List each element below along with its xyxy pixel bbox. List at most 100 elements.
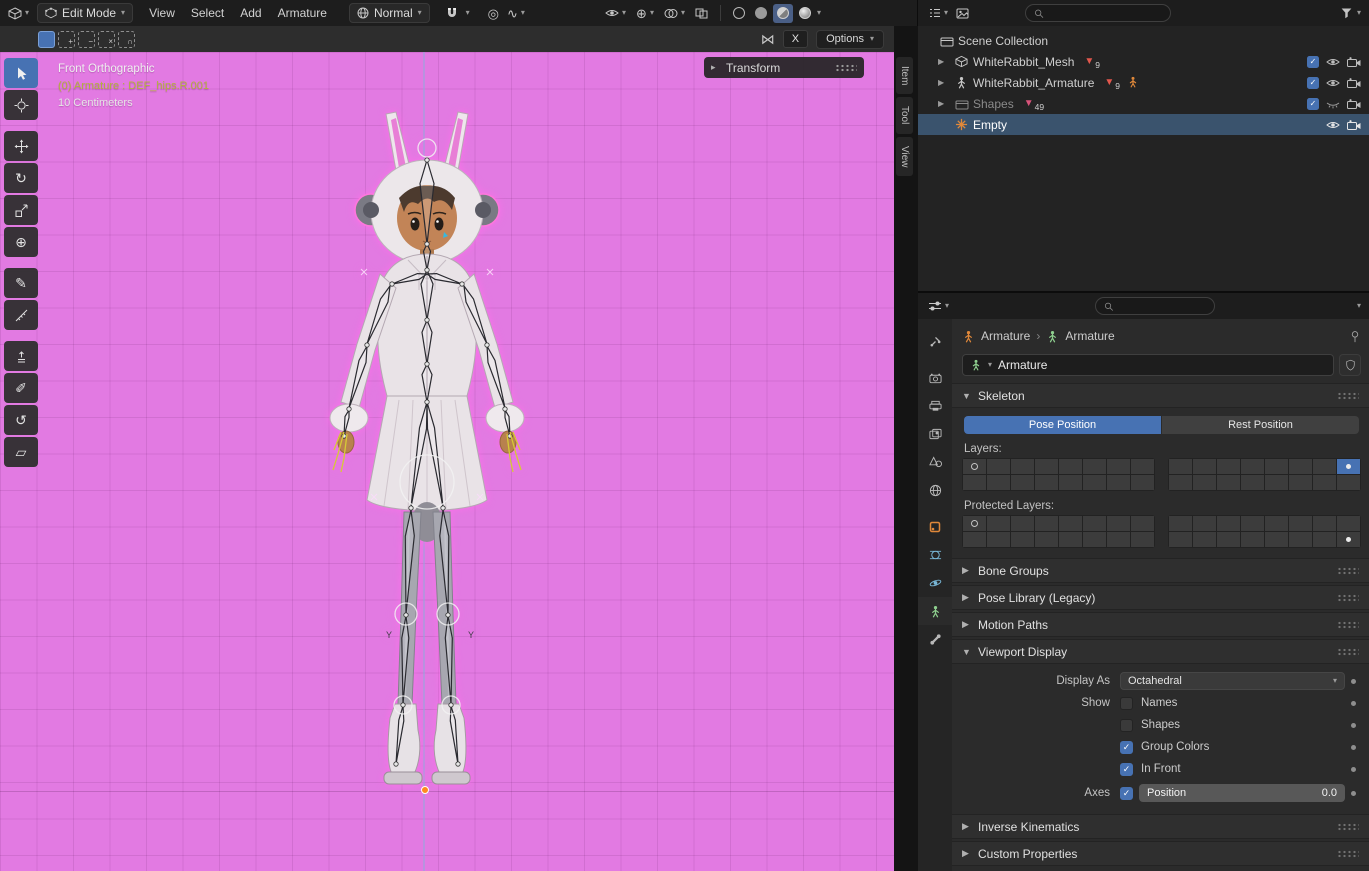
visibility-dropdown[interactable]: ▾ bbox=[601, 3, 630, 23]
tool-shear[interactable]: ▱ bbox=[4, 437, 38, 467]
panel-header-skeleton[interactable]: ▼ Skeleton bbox=[952, 383, 1369, 408]
tab-physics[interactable] bbox=[918, 569, 952, 597]
eye-icon[interactable] bbox=[1326, 57, 1340, 67]
layer-toggle[interactable] bbox=[1035, 475, 1058, 490]
expander-icon[interactable]: ▶ bbox=[938, 57, 953, 66]
viewport-3d[interactable]: Y Y Front Orthographic (0) Armature : DE… bbox=[0, 52, 894, 871]
tool-move[interactable] bbox=[4, 131, 38, 161]
layer-toggle[interactable] bbox=[1313, 516, 1336, 531]
expander-icon[interactable]: ▶ bbox=[938, 99, 953, 108]
shading-material-button[interactable] bbox=[773, 4, 793, 23]
outliner-display-mode-button[interactable] bbox=[952, 3, 973, 23]
panel-grip[interactable] bbox=[1337, 648, 1359, 656]
layer-toggle[interactable] bbox=[1083, 475, 1106, 490]
show-gizmo-button[interactable]: ⊕▾ bbox=[632, 3, 658, 23]
properties-search[interactable] bbox=[1095, 297, 1215, 315]
layer-toggle[interactable] bbox=[1131, 532, 1154, 547]
panel-header-inverse-kinematics[interactable]: ▶ Inverse Kinematics bbox=[952, 814, 1369, 839]
exclude-checkbox[interactable] bbox=[1307, 56, 1319, 68]
in-front-checkbox[interactable] bbox=[1120, 763, 1133, 776]
select-mode-extend[interactable]: + bbox=[58, 31, 75, 48]
layer-toggle[interactable] bbox=[1193, 532, 1216, 547]
data-breadcrumb-icon[interactable] bbox=[1046, 330, 1059, 343]
layer-toggle[interactable] bbox=[1337, 459, 1360, 474]
layer-toggle[interactable] bbox=[1265, 532, 1288, 547]
layer-toggle[interactable] bbox=[987, 475, 1010, 490]
layer-toggle[interactable] bbox=[1107, 532, 1130, 547]
tool-extrude[interactable] bbox=[4, 341, 38, 371]
layer-toggle[interactable] bbox=[1313, 459, 1336, 474]
select-mode-intersect[interactable]: ∩ bbox=[118, 31, 135, 48]
camera-icon[interactable] bbox=[1347, 57, 1361, 67]
layer-toggle[interactable] bbox=[1193, 475, 1216, 490]
layer-toggle[interactable] bbox=[1035, 459, 1058, 474]
layer-toggle[interactable] bbox=[1217, 532, 1240, 547]
outliner-editor-type-button[interactable]: ▾ bbox=[924, 3, 952, 23]
tool-measure[interactable] bbox=[4, 300, 38, 330]
pin-icon[interactable] bbox=[1349, 330, 1361, 343]
snap-toggle-button[interactable] bbox=[442, 3, 462, 23]
options-dropdown[interactable]: Options ▾ bbox=[816, 30, 884, 49]
snap-settings-dropdown[interactable]: ▾ bbox=[462, 3, 474, 23]
menu-add[interactable]: Add bbox=[232, 3, 269, 23]
layer-toggle[interactable] bbox=[1289, 459, 1312, 474]
position-slider[interactable]: Position 0.0 bbox=[1139, 784, 1345, 802]
panel-grip[interactable] bbox=[1337, 823, 1359, 831]
layer-toggle[interactable] bbox=[1035, 532, 1058, 547]
layer-toggle[interactable] bbox=[987, 532, 1010, 547]
eye-icon[interactable] bbox=[1326, 78, 1340, 88]
layer-toggle[interactable] bbox=[1107, 459, 1130, 474]
tool-cursor[interactable] bbox=[4, 90, 38, 120]
layer-toggle[interactable] bbox=[1131, 459, 1154, 474]
anim-decorator-dot[interactable] bbox=[1351, 767, 1356, 772]
tab-tool[interactable] bbox=[918, 327, 952, 355]
tool-rotate[interactable]: ↻ bbox=[4, 163, 38, 193]
tab-constraints[interactable] bbox=[918, 541, 952, 569]
panel-header-pose-library[interactable]: ▶ Pose Library (Legacy) bbox=[952, 585, 1369, 610]
panel-grip[interactable] bbox=[1337, 621, 1359, 629]
panel-header-motion-paths[interactable]: ▶ Motion Paths bbox=[952, 612, 1369, 637]
anim-decorator-dot[interactable] bbox=[1351, 723, 1356, 728]
tab-bone[interactable] bbox=[918, 625, 952, 653]
select-mode-subtract[interactable]: − bbox=[78, 31, 95, 48]
layer-toggle[interactable] bbox=[1265, 459, 1288, 474]
names-checkbox[interactable] bbox=[1120, 697, 1133, 710]
panel-header-bone-groups[interactable]: ▶ Bone Groups bbox=[952, 558, 1369, 583]
layer-toggle[interactable] bbox=[1241, 475, 1264, 490]
layer-toggle[interactable] bbox=[1193, 516, 1216, 531]
layer-toggle[interactable] bbox=[1107, 475, 1130, 490]
panel-grip[interactable] bbox=[835, 64, 857, 72]
xray-toggle-button[interactable] bbox=[691, 3, 712, 23]
layer-toggle[interactable] bbox=[1083, 459, 1106, 474]
layer-toggle[interactable] bbox=[1337, 516, 1360, 531]
outliner-row-shapes[interactable]: ▶ Shapes ▼49 bbox=[918, 93, 1369, 114]
layer-toggle[interactable] bbox=[1337, 475, 1360, 490]
mirror-x-toggle[interactable]: X bbox=[783, 30, 808, 48]
layer-toggle[interactable] bbox=[1193, 459, 1216, 474]
anim-decorator-dot[interactable] bbox=[1351, 679, 1356, 684]
layer-toggle[interactable] bbox=[1083, 532, 1106, 547]
mode-select-dropdown[interactable]: Edit Mode ▾ bbox=[37, 3, 133, 23]
menu-view[interactable]: View bbox=[141, 3, 183, 23]
layer-toggle[interactable] bbox=[1289, 532, 1312, 547]
panel-grip[interactable] bbox=[1337, 850, 1359, 858]
display-as-dropdown[interactable]: Octahedral ▾ bbox=[1120, 672, 1345, 690]
menu-select[interactable]: Select bbox=[183, 3, 232, 23]
layer-toggle[interactable] bbox=[1289, 475, 1312, 490]
layer-toggle[interactable] bbox=[963, 475, 986, 490]
breadcrumb-data-label[interactable]: Armature bbox=[1065, 329, 1114, 343]
outliner-row-armature[interactable]: ▶ WhiteRabbit_Armature ▼9 bbox=[918, 72, 1369, 93]
pose-position-button[interactable]: Pose Position bbox=[964, 416, 1161, 434]
select-mode-invert[interactable]: × bbox=[98, 31, 115, 48]
tool-extrude-to-cursor[interactable]: ✐ bbox=[4, 373, 38, 403]
layer-toggle[interactable] bbox=[1169, 475, 1192, 490]
layer-toggle[interactable] bbox=[963, 532, 986, 547]
panel-grip[interactable] bbox=[1337, 567, 1359, 575]
tool-transform[interactable]: ⊕ bbox=[4, 227, 38, 257]
transform-orientation-dropdown[interactable]: Normal ▾ bbox=[349, 3, 430, 23]
expander-icon[interactable]: ▶ bbox=[938, 78, 953, 87]
layer-toggle[interactable] bbox=[1011, 516, 1034, 531]
layer-toggle[interactable] bbox=[1169, 532, 1192, 547]
layer-toggle[interactable] bbox=[1265, 475, 1288, 490]
layer-toggle[interactable] bbox=[1289, 516, 1312, 531]
